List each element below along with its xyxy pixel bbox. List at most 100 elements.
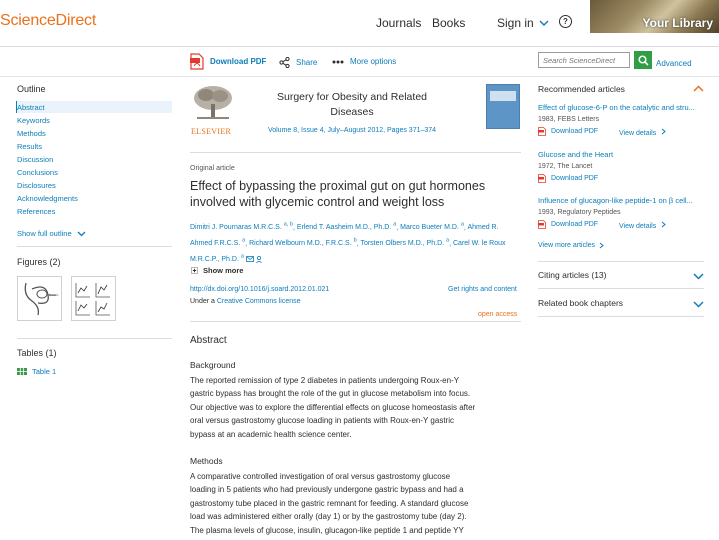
figures-heading: Figures (2) [17,257,61,267]
search-input[interactable] [538,52,630,68]
rights-and-content-link[interactable]: Get rights and content [448,286,517,293]
download-pdf-button[interactable]: Download PDF [190,53,266,70]
chevron-right-icon [661,221,666,228]
show-full-outline-label: Show full outline [17,229,72,238]
citing-divider [538,288,704,289]
article-title-line2: involved with glycemic control and weigh… [190,195,445,209]
header-divider [0,46,719,47]
outline-item-disclosures[interactable]: Disclosures [17,181,56,190]
recommended-article-title-2[interactable]: Glucose and the Heart [538,150,613,159]
search-button[interactable] [634,51,652,69]
show-full-outline-button[interactable]: Show full outline [17,229,86,238]
signin-button[interactable]: Sign in [497,16,549,30]
open-access-badge: open access [478,311,518,318]
more-dots-icon [332,60,344,63]
recommended-pdf-button-1[interactable]: Download PDF [538,127,598,136]
nav-journals[interactable]: Journals [376,16,421,30]
article-type: Original article [190,165,235,172]
nav-books[interactable]: Books [432,16,465,30]
library-banner-text: Your Library [642,16,713,30]
recommended-article-title-3[interactable]: Influence of glucagon-like peptide-1 on … [538,196,693,205]
chevron-down-icon[interactable] [693,273,704,280]
related-divider [538,316,704,317]
recommended-pdf-label-2: Download PDF [551,175,599,182]
outline-divider [17,246,172,247]
chevron-down-icon [77,231,86,236]
author-link[interactable]: Marco Bueter M.D. a [400,222,464,231]
citing-articles-heading[interactable]: Citing articles (13) [538,270,607,280]
chevron-down-icon [539,20,549,26]
methods-paragraph: A comparative controlled investigation o… [190,472,469,535]
recommended-details-link-1[interactable]: View details [619,128,666,137]
figure-thumbnail-2[interactable] [71,276,116,321]
recommended-pdf-button-3[interactable]: Download PDF [538,220,598,229]
view-more-articles-link[interactable]: View more articles [538,242,604,249]
signin-label: Sign in [497,16,534,30]
share-button[interactable]: Share [279,57,317,68]
recommended-heading[interactable]: Recommended articles [538,84,625,94]
download-pdf-label: Download PDF [210,57,267,66]
chevron-up-icon[interactable] [693,85,704,92]
background-paragraph: The reported remission of type 2 diabete… [190,376,476,439]
license-line: Under a Creative Commons license [190,298,301,305]
recommended-divider [538,261,704,262]
view-details-label-3: View details [619,223,657,230]
outline-item-discussion[interactable]: Discussion [17,155,53,164]
elsevier-logo[interactable]: ELSEVIER [191,84,235,136]
journal-cover-title-band [490,91,516,101]
outline-item-methods[interactable]: Methods [17,129,46,138]
figure-thumbnail-1[interactable]: Gastric [17,276,62,321]
toolbar-divider [0,76,719,77]
recommended-article-meta-3: 1993, Regulatory Peptides [538,209,621,216]
show-more-button[interactable]: Show more [191,266,243,275]
publisher-name: ELSEVIER [191,127,232,136]
author-link[interactable]: Richard Welbourn M.D., F.R.C.S. b [249,238,357,247]
author-link[interactable]: Dimitri J. Pournaras M.R.C.S. a, b [190,222,293,231]
author-list: Dimitri J. Pournaras M.R.C.S. a, b, Erle… [190,222,506,263]
view-more-articles-label: View more articles [538,242,596,249]
figure-1-graphic [24,282,56,316]
journal-title[interactable]: Surgery for Obesity and Related Diseases [262,90,442,120]
show-more-label: Show more [203,266,244,275]
methods-heading: Methods [190,456,223,466]
outline-item-keywords[interactable]: Keywords [17,116,50,125]
recommended-article-meta-2: 1972, The Lancet [538,163,593,170]
outline-heading: Outline [17,84,46,94]
recommended-details-link-3[interactable]: View details [619,221,666,230]
outline-item-results[interactable]: Results [17,142,42,151]
journal-issue-link[interactable]: Volume 8, Issue 4, July–August 2012, Pag… [240,127,464,134]
advanced-search-link[interactable]: Advanced [656,59,692,68]
table-1-link[interactable]: Table 1 [17,367,56,376]
table-1-label: Table 1 [32,367,57,376]
recommended-pdf-button-2[interactable]: Download PDF [538,174,598,183]
recommended-article-meta-1: 1983, FEBS Letters [538,116,600,123]
author-link[interactable]: Torsten Olbers M.D., Ph.D. a [360,238,449,247]
creative-commons-link[interactable]: Creative Commons license [217,298,301,305]
more-options-label: More options [350,57,397,66]
help-icon[interactable]: ? [559,15,572,28]
abstract-heading: Abstract [190,335,227,346]
chevron-down-icon[interactable] [693,301,704,308]
figure-2-graphic [75,283,110,316]
pdf-icon [538,127,546,136]
plus-icon [191,267,198,274]
related-chapters-heading[interactable]: Related book chapters [538,298,623,308]
recommended-pdf-label-3: Download PDF [551,221,599,228]
doi-link[interactable]: http://dx.doi.org/10.1016/j.soard.2012.0… [190,286,329,293]
email-icon[interactable] [245,256,254,263]
outline-item-references[interactable]: References [17,207,55,216]
recommended-article-title-1[interactable]: Effect of glucose-6-P on the catalytic a… [538,103,695,112]
table-icon [17,368,27,375]
pdf-icon [538,174,546,183]
author-link[interactable]: Erlend T. Aasheim M.D., Ph.D. a [297,222,396,231]
search-icon [637,54,649,66]
outline-item-abstract[interactable]: Abstract [17,103,45,112]
pdf-icon [190,53,204,70]
outline-item-conclusions[interactable]: Conclusions [17,168,58,177]
chevron-right-icon [661,128,666,135]
sciencedirect-logo[interactable]: ScienceDirect [0,12,96,30]
more-options-button[interactable]: More options [332,57,396,66]
outline-item-acknowledgments[interactable]: Acknowledgments [17,194,78,203]
journal-cover-image[interactable] [486,84,520,129]
person-icon[interactable] [255,255,262,263]
